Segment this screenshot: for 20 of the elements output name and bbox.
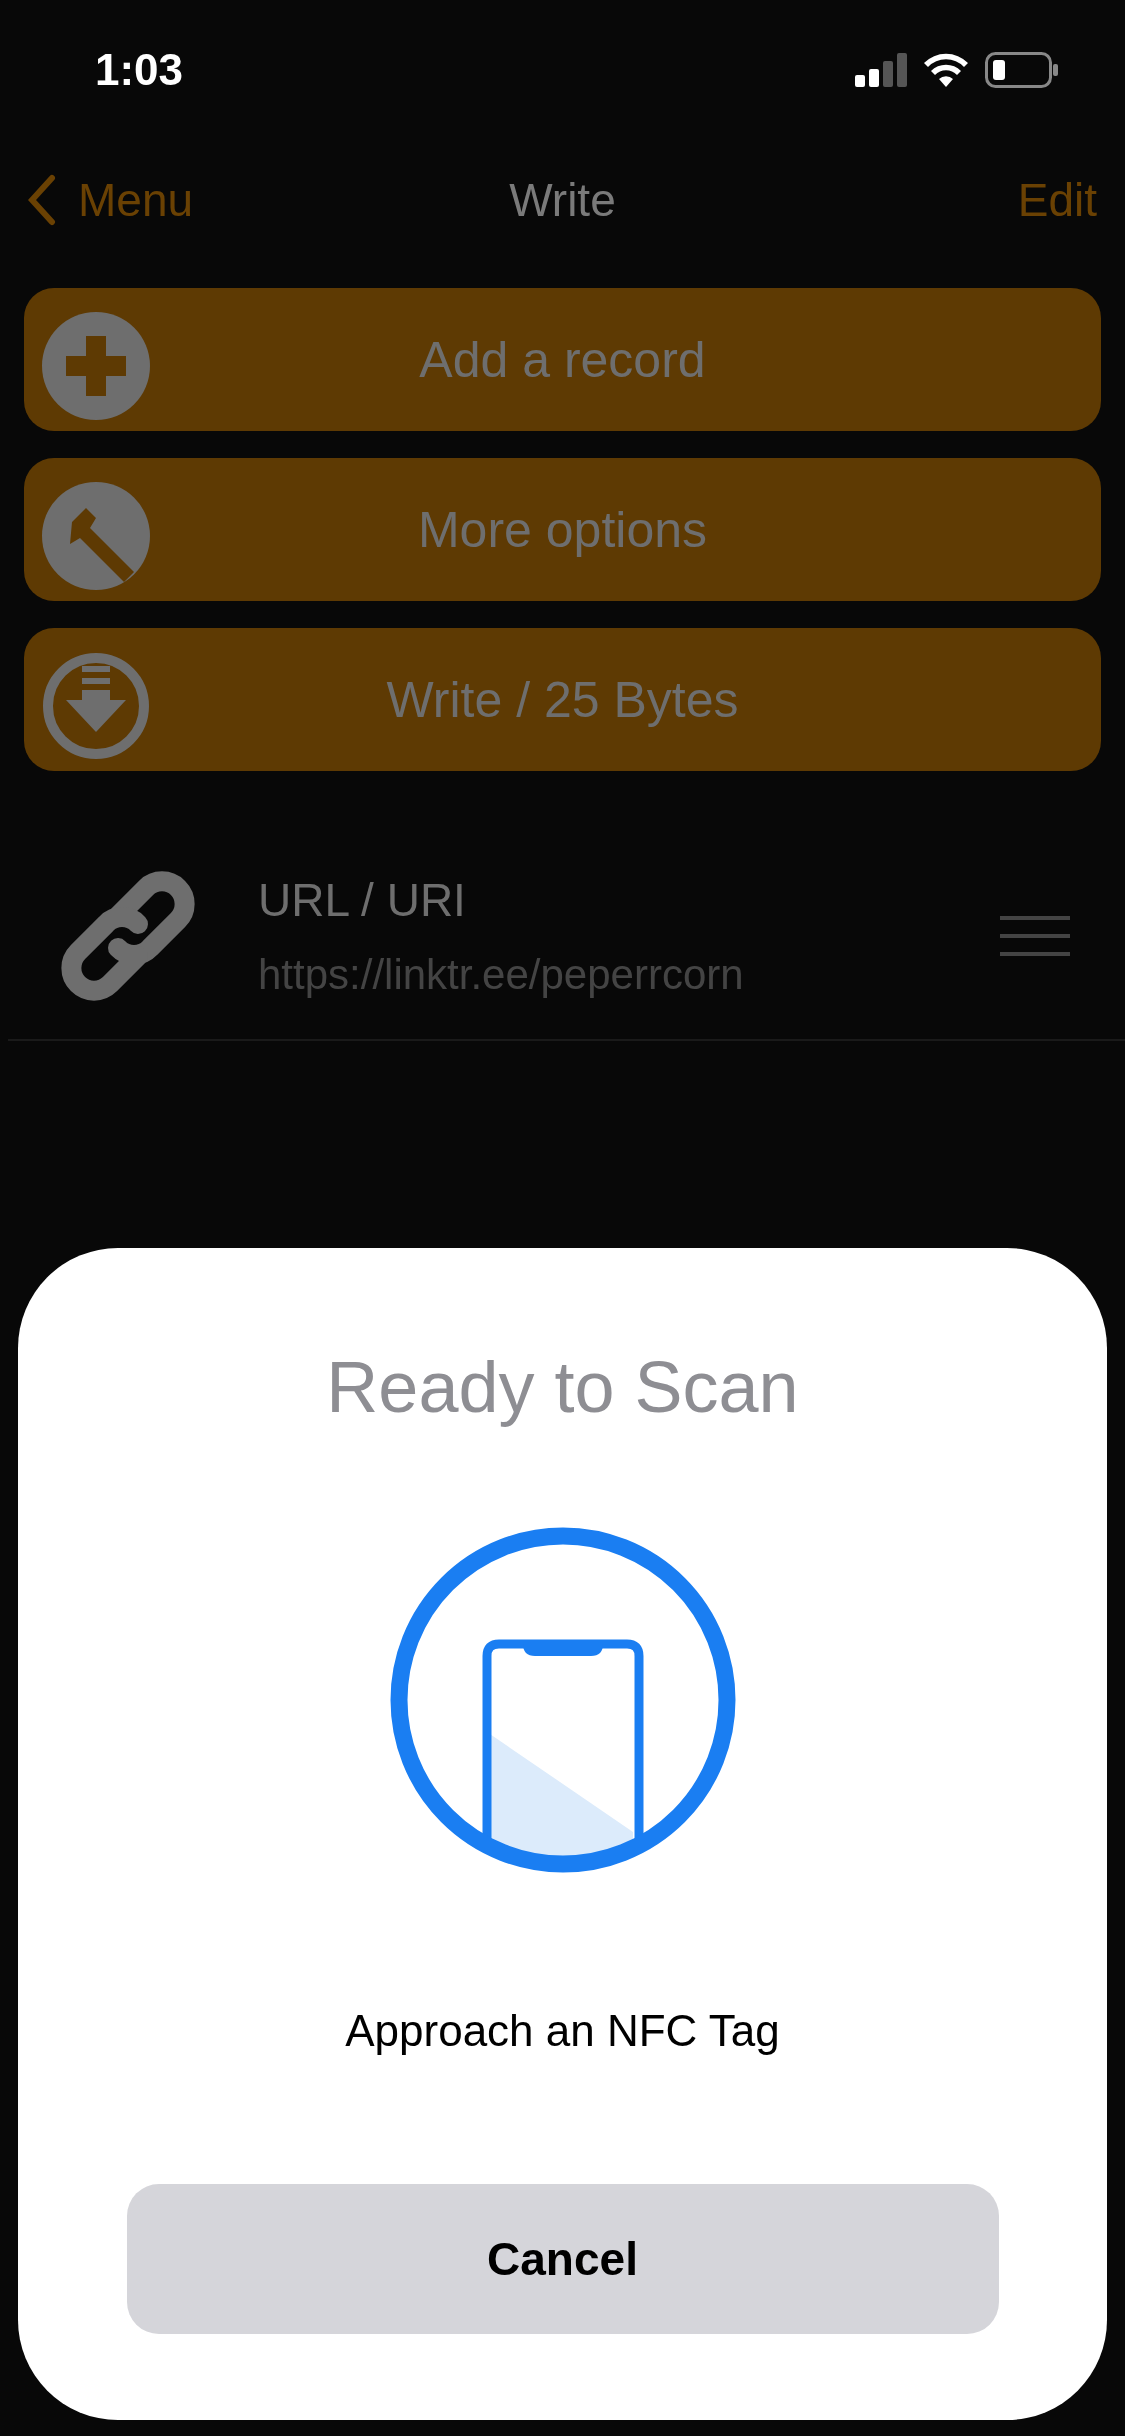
cancel-button[interactable]: Cancel xyxy=(126,2184,999,2334)
sheet-message: Approach an NFC Tag xyxy=(345,2006,780,2056)
action-button[interactable]: More options xyxy=(24,458,1101,601)
battery-icon xyxy=(985,52,1059,88)
wrench-icon xyxy=(42,482,150,590)
record-value: https://linktr.ee/peperrcorn xyxy=(258,951,745,999)
chevron-left-icon xyxy=(28,174,56,226)
action-button[interactable]: Add a record xyxy=(24,288,1101,431)
status-time: 1:03 xyxy=(95,45,184,95)
download-icon xyxy=(42,652,150,760)
back-button[interactable]: Menu xyxy=(28,173,194,227)
sheet-title: Ready to Scan xyxy=(326,1346,799,1428)
drag-handle-icon[interactable] xyxy=(1000,916,1070,956)
action-button[interactable]: Write / 25 Bytes xyxy=(24,628,1101,771)
record-type: URL / URI xyxy=(258,873,467,927)
nav-title: Write xyxy=(509,173,616,227)
edit-button[interactable]: Edit xyxy=(1017,173,1097,227)
wifi-icon xyxy=(923,53,969,87)
signal-icon xyxy=(855,53,907,87)
plus-icon xyxy=(42,312,150,420)
